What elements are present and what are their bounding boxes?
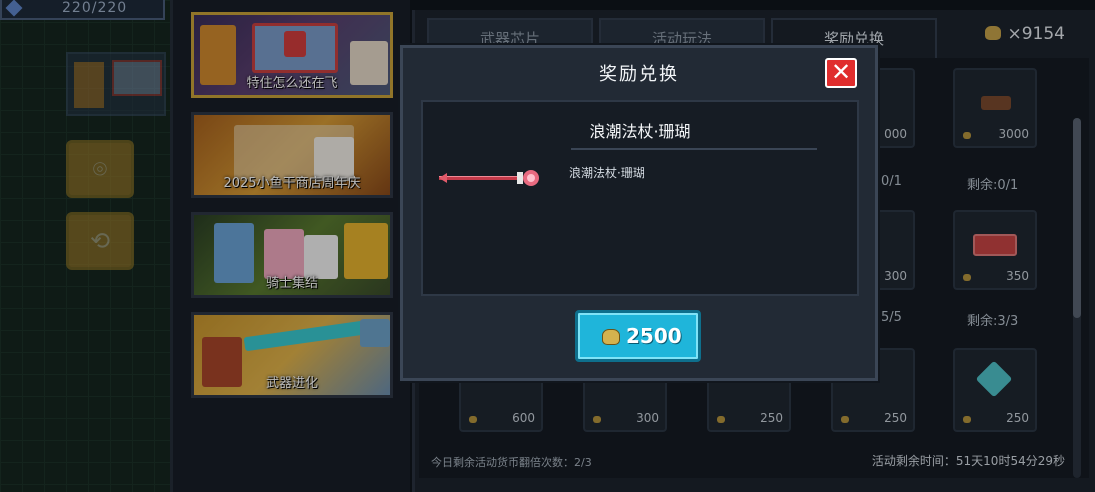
coral-staff-icon bbox=[439, 170, 539, 186]
exchange-price: 2500 bbox=[626, 324, 682, 348]
divider bbox=[571, 148, 817, 150]
exchange-button[interactable]: 2500 bbox=[575, 310, 701, 362]
close-icon: ✕ bbox=[830, 58, 852, 86]
modal-title: 奖励兑换 bbox=[599, 64, 679, 85]
item-detail-panel: 浪潮法杖·珊瑚 浪潮法杖·珊瑚 bbox=[421, 100, 859, 296]
bug-coin-icon bbox=[602, 329, 620, 345]
item-description: 浪潮法杖·珊瑚 bbox=[569, 166, 645, 180]
close-button[interactable]: ✕ bbox=[825, 58, 857, 88]
item-name: 浪潮法杖·珊瑚 bbox=[589, 122, 691, 141]
exchange-modal: 奖励兑换 ✕ 浪潮法杖·珊瑚 浪潮法杖·珊瑚 2500 bbox=[400, 45, 878, 381]
